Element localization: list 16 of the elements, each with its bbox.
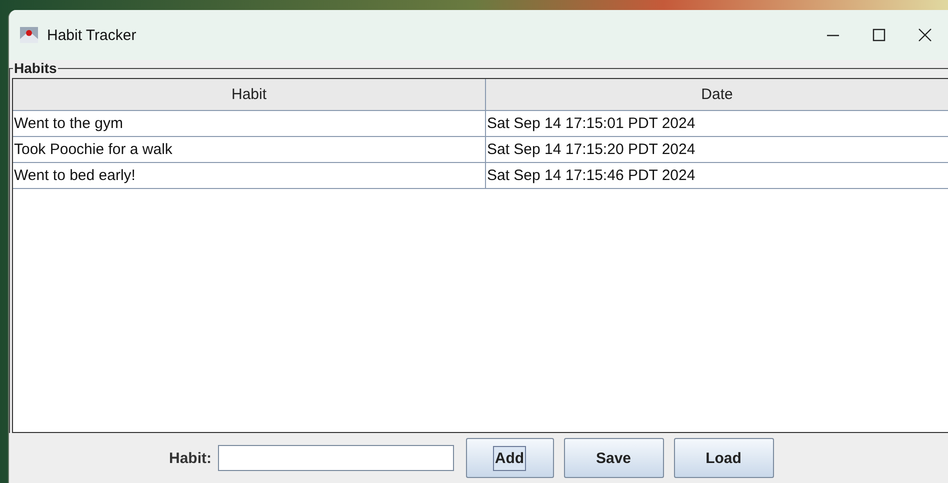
group-title: Habits <box>13 60 58 76</box>
table-cell: Took Poochie for a walk <box>13 137 486 162</box>
action-button[interactable]: Add <box>466 438 554 478</box>
table-cell: Went to the gym <box>13 111 486 136</box>
table-cell-text: Sat Sep 14 17:15:46 PDT 2024 <box>486 166 696 186</box>
action-button[interactable]: Load <box>674 438 774 478</box>
window-title: Habit Tracker <box>47 26 138 44</box>
table-cell-text: Sat Sep 14 17:15:01 PDT 2024 <box>486 114 696 134</box>
app-icon <box>19 25 39 45</box>
column-header[interactable]: Habit <box>13 79 486 110</box>
habit-label: Habit: <box>169 450 212 466</box>
table-cell: Went to bed early! <box>13 163 486 188</box>
table-cell-text: Sat Sep 14 17:15:20 PDT 2024 <box>486 140 696 160</box>
column-header[interactable]: Date <box>486 79 948 110</box>
habit-input-field[interactable] <box>218 445 454 471</box>
action-button[interactable]: Save <box>564 438 664 478</box>
